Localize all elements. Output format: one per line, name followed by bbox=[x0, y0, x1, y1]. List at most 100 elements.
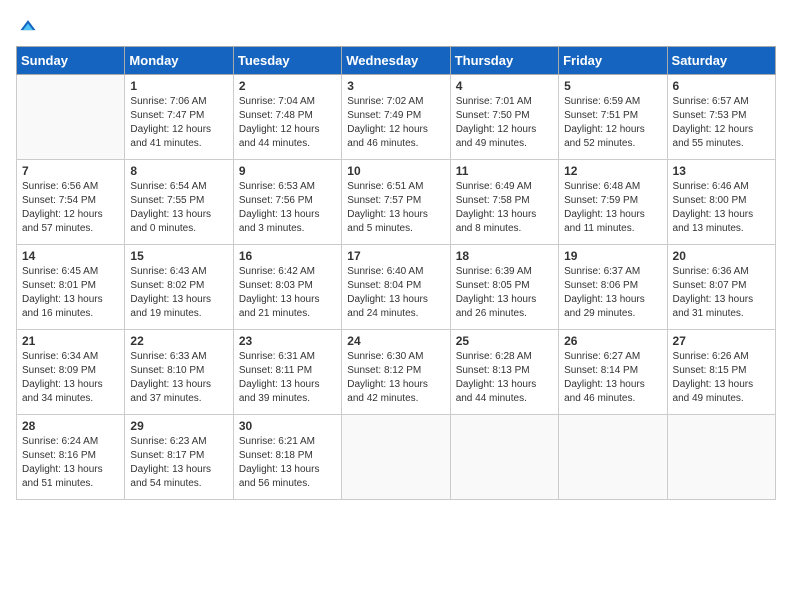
day-number: 23 bbox=[239, 334, 336, 348]
calendar-cell: 27 Sunrise: 6:26 AM Sunset: 8:15 PM Dayli… bbox=[667, 330, 775, 415]
day-info: Sunrise: 6:36 AM Sunset: 8:07 PM Dayligh… bbox=[673, 265, 770, 321]
day-info: Sunrise: 6:37 AM Sunset: 8:06 PM Dayligh… bbox=[564, 265, 661, 321]
day-number: 20 bbox=[673, 249, 770, 263]
day-info: Sunrise: 6:42 AM Sunset: 8:03 PM Dayligh… bbox=[239, 265, 336, 321]
day-number: 30 bbox=[239, 419, 336, 433]
day-number: 16 bbox=[239, 249, 336, 263]
day-info: Sunrise: 6:57 AM Sunset: 7:53 PM Dayligh… bbox=[673, 95, 770, 151]
day-number: 24 bbox=[347, 334, 444, 348]
calendar-cell bbox=[559, 415, 667, 500]
calendar-cell: 30 Sunrise: 6:21 AM Sunset: 8:18 PM Dayli… bbox=[233, 415, 341, 500]
calendar-cell: 21 Sunrise: 6:34 AM Sunset: 8:09 PM Dayli… bbox=[17, 330, 125, 415]
calendar-cell bbox=[450, 415, 558, 500]
day-info: Sunrise: 7:01 AM Sunset: 7:50 PM Dayligh… bbox=[456, 95, 553, 151]
calendar-cell: 3 Sunrise: 7:02 AM Sunset: 7:49 PM Daylig… bbox=[342, 75, 450, 160]
day-number: 28 bbox=[22, 419, 119, 433]
day-info: Sunrise: 7:06 AM Sunset: 7:47 PM Dayligh… bbox=[130, 95, 227, 151]
day-number: 8 bbox=[130, 164, 227, 178]
day-info: Sunrise: 6:40 AM Sunset: 8:04 PM Dayligh… bbox=[347, 265, 444, 321]
day-info: Sunrise: 6:49 AM Sunset: 7:58 PM Dayligh… bbox=[456, 180, 553, 236]
weekday-header-tuesday: Tuesday bbox=[233, 47, 341, 75]
calendar-cell: 10Sunrise: 6:51 AM Sunset: 7:57 PM Dayli… bbox=[342, 160, 450, 245]
day-number: 19 bbox=[564, 249, 661, 263]
day-info: Sunrise: 7:04 AM Sunset: 7:48 PM Dayligh… bbox=[239, 95, 336, 151]
calendar-week-row: 14Sunrise: 6:45 AM Sunset: 8:01 PM Dayli… bbox=[17, 245, 776, 330]
day-number: 11 bbox=[456, 164, 553, 178]
calendar-cell: 20 Sunrise: 6:36 AM Sunset: 8:07 PM Dayli… bbox=[667, 245, 775, 330]
day-number: 10 bbox=[347, 164, 444, 178]
weekday-header-wednesday: Wednesday bbox=[342, 47, 450, 75]
day-number: 21 bbox=[22, 334, 119, 348]
calendar-cell: 16 Sunrise: 6:42 AM Sunset: 8:03 PM Dayli… bbox=[233, 245, 341, 330]
day-number: 17 bbox=[347, 249, 444, 263]
calendar-cell: 5Sunrise: 6:59 AM Sunset: 7:51 PM Daylig… bbox=[559, 75, 667, 160]
calendar-header-row: SundayMondayTuesdayWednesdayThursdayFrid… bbox=[17, 47, 776, 75]
day-number: 13 bbox=[673, 164, 770, 178]
calendar-cell: 6 Sunrise: 6:57 AM Sunset: 7:53 PM Daylig… bbox=[667, 75, 775, 160]
calendar-cell: 11 Sunrise: 6:49 AM Sunset: 7:58 PM Dayli… bbox=[450, 160, 558, 245]
weekday-header-friday: Friday bbox=[559, 47, 667, 75]
calendar-cell: 7 Sunrise: 6:56 AM Sunset: 7:54 PM Daylig… bbox=[17, 160, 125, 245]
calendar-cell: 17 Sunrise: 6:40 AM Sunset: 8:04 PM Dayli… bbox=[342, 245, 450, 330]
day-number: 15 bbox=[130, 249, 227, 263]
day-number: 9 bbox=[239, 164, 336, 178]
calendar-cell: 9 Sunrise: 6:53 AM Sunset: 7:56 PM Daylig… bbox=[233, 160, 341, 245]
day-number: 1 bbox=[130, 79, 227, 93]
page-header bbox=[16, 16, 776, 36]
weekday-header-saturday: Saturday bbox=[667, 47, 775, 75]
calendar-cell: 15 Sunrise: 6:43 AM Sunset: 8:02 PM Dayli… bbox=[125, 245, 233, 330]
day-info: Sunrise: 7:02 AM Sunset: 7:49 PM Dayligh… bbox=[347, 95, 444, 151]
day-info: Sunrise: 6:43 AM Sunset: 8:02 PM Dayligh… bbox=[130, 265, 227, 321]
day-info: Sunrise: 6:23 AM Sunset: 8:17 PM Dayligh… bbox=[130, 435, 227, 491]
calendar-cell bbox=[17, 75, 125, 160]
weekday-header-monday: Monday bbox=[125, 47, 233, 75]
day-info: Sunrise: 6:53 AM Sunset: 7:56 PM Dayligh… bbox=[239, 180, 336, 236]
weekday-header-thursday: Thursday bbox=[450, 47, 558, 75]
day-number: 22 bbox=[130, 334, 227, 348]
day-number: 27 bbox=[673, 334, 770, 348]
day-info: Sunrise: 6:24 AM Sunset: 8:16 PM Dayligh… bbox=[22, 435, 119, 491]
weekday-header-sunday: Sunday bbox=[17, 47, 125, 75]
day-number: 18 bbox=[456, 249, 553, 263]
calendar-week-row: 1 Sunrise: 7:06 AM Sunset: 7:47 PM Daylig… bbox=[17, 75, 776, 160]
day-info: Sunrise: 6:31 AM Sunset: 8:11 PM Dayligh… bbox=[239, 350, 336, 406]
day-info: Sunrise: 6:54 AM Sunset: 7:55 PM Dayligh… bbox=[130, 180, 227, 236]
calendar-cell: 2 Sunrise: 7:04 AM Sunset: 7:48 PM Daylig… bbox=[233, 75, 341, 160]
calendar-week-row: 7 Sunrise: 6:56 AM Sunset: 7:54 PM Daylig… bbox=[17, 160, 776, 245]
day-number: 6 bbox=[673, 79, 770, 93]
calendar-cell: 13Sunrise: 6:46 AM Sunset: 8:00 PM Dayli… bbox=[667, 160, 775, 245]
calendar-cell: 1 Sunrise: 7:06 AM Sunset: 7:47 PM Daylig… bbox=[125, 75, 233, 160]
calendar-table: SundayMondayTuesdayWednesdayThursdayFrid… bbox=[16, 46, 776, 500]
calendar-cell: 22Sunrise: 6:33 AM Sunset: 8:10 PM Dayli… bbox=[125, 330, 233, 415]
day-info: Sunrise: 6:39 AM Sunset: 8:05 PM Dayligh… bbox=[456, 265, 553, 321]
day-number: 26 bbox=[564, 334, 661, 348]
day-info: Sunrise: 6:34 AM Sunset: 8:09 PM Dayligh… bbox=[22, 350, 119, 406]
calendar-cell: 25 Sunrise: 6:28 AM Sunset: 8:13 PM Dayli… bbox=[450, 330, 558, 415]
day-info: Sunrise: 6:21 AM Sunset: 8:18 PM Dayligh… bbox=[239, 435, 336, 491]
calendar-week-row: 28 Sunrise: 6:24 AM Sunset: 8:16 PM Dayli… bbox=[17, 415, 776, 500]
calendar-cell: 18 Sunrise: 6:39 AM Sunset: 8:05 PM Dayli… bbox=[450, 245, 558, 330]
day-number: 2 bbox=[239, 79, 336, 93]
calendar-cell: 14Sunrise: 6:45 AM Sunset: 8:01 PM Dayli… bbox=[17, 245, 125, 330]
calendar-cell: 28 Sunrise: 6:24 AM Sunset: 8:16 PM Dayli… bbox=[17, 415, 125, 500]
day-number: 14 bbox=[22, 249, 119, 263]
calendar-week-row: 21 Sunrise: 6:34 AM Sunset: 8:09 PM Dayli… bbox=[17, 330, 776, 415]
day-number: 25 bbox=[456, 334, 553, 348]
calendar-cell: 12Sunrise: 6:48 AM Sunset: 7:59 PM Dayli… bbox=[559, 160, 667, 245]
day-info: Sunrise: 6:56 AM Sunset: 7:54 PM Dayligh… bbox=[22, 180, 119, 236]
logo bbox=[16, 16, 38, 36]
day-number: 3 bbox=[347, 79, 444, 93]
day-info: Sunrise: 6:28 AM Sunset: 8:13 PM Dayligh… bbox=[456, 350, 553, 406]
day-info: Sunrise: 6:26 AM Sunset: 8:15 PM Dayligh… bbox=[673, 350, 770, 406]
day-number: 12 bbox=[564, 164, 661, 178]
day-number: 7 bbox=[22, 164, 119, 178]
day-info: Sunrise: 6:30 AM Sunset: 8:12 PM Dayligh… bbox=[347, 350, 444, 406]
day-number: 29 bbox=[130, 419, 227, 433]
calendar-cell: 24 Sunrise: 6:30 AM Sunset: 8:12 PM Dayli… bbox=[342, 330, 450, 415]
calendar-cell: 29 Sunrise: 6:23 AM Sunset: 8:17 PM Dayli… bbox=[125, 415, 233, 500]
logo-icon bbox=[18, 16, 38, 36]
day-number: 4 bbox=[456, 79, 553, 93]
calendar-cell: 23 Sunrise: 6:31 AM Sunset: 8:11 PM Dayli… bbox=[233, 330, 341, 415]
day-info: Sunrise: 6:59 AM Sunset: 7:51 PM Dayligh… bbox=[564, 95, 661, 151]
calendar-cell: 4 Sunrise: 7:01 AM Sunset: 7:50 PM Daylig… bbox=[450, 75, 558, 160]
